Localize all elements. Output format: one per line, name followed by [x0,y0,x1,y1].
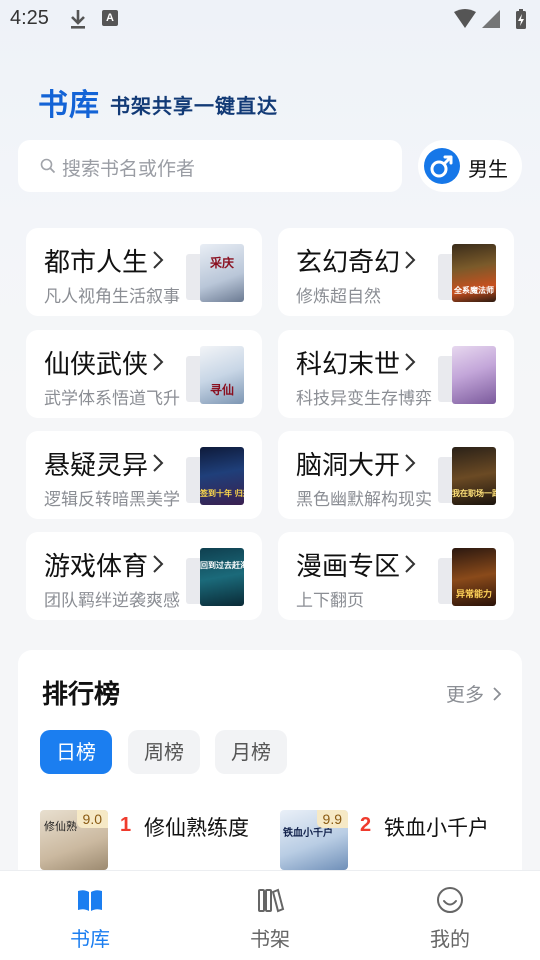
category-card-kehuan[interactable]: 科幻末世 科技异变生存博弈 [278,330,514,418]
search-icon [40,158,56,174]
male-icon [424,148,460,184]
book-cover-image: 寻仙 [200,346,244,404]
chevron-right-icon [153,555,164,573]
category-card-naodong[interactable]: 脑洞大开 黑色幽默解构现实 我在职场一路开挂 [278,431,514,519]
book-cover-image: 全系魔法师 [452,244,496,302]
nav-label: 书架 [250,927,290,951]
nav-item-profile[interactable]: 我的 [390,871,510,960]
chevron-right-icon [493,687,502,701]
rank-number: 1 [120,814,132,836]
nav-item-library[interactable]: 书库 [30,871,150,960]
book-cover-image: 签到十年 归来 [200,447,244,505]
score-badge: 9.0 [76,810,108,828]
chevron-right-icon [405,555,416,573]
chevron-right-icon [405,251,416,269]
score-badge: 9.9 [316,810,348,828]
category-title: 脑洞大开 [296,451,401,481]
category-title: 漫画专区 [296,552,401,582]
search-input[interactable]: 搜索书名或作者 [18,140,402,192]
ranking-section: 排行榜 更多 日榜 周榜 月榜 修仙熟 9.0 1 修仙熟练度 铁血小千户 9.… [18,650,522,890]
category-card-manhua[interactable]: 漫画专区 上下翻页 异常能力 [278,532,514,620]
book-cover-image: 采庆 [200,244,244,302]
book-cover-image: 异常能力 [452,548,496,606]
book-cover-image: 我在职场一路开挂 [452,447,496,505]
chevron-right-icon [153,251,164,269]
download-icon [71,10,85,29]
tab-weekly[interactable]: 周榜 [128,730,200,774]
gender-label: 男生 [468,157,508,181]
rank-number: 2 [360,814,372,836]
bottom-nav: 书库 书架 我的 [0,870,540,960]
category-title: 科幻末世 [296,350,401,380]
smiley-icon [437,887,463,913]
ranking-more-link[interactable]: 更多 [446,680,502,707]
book-cover-image [452,346,496,404]
bookshelf-icon [258,888,285,913]
status-time: 4:25 [10,7,49,29]
category-title: 都市人生 [44,248,149,278]
nav-label: 我的 [430,927,470,951]
category-card-youxi[interactable]: 游戏体育 团队羁绊逆袭爽感 回到过去赶海生活 [26,532,262,620]
book-title: 铁血小千户 [384,816,489,840]
ranking-item[interactable]: 铁血小千户 9.9 2 铁血小千户 [280,810,510,870]
book-open-icon [78,890,102,911]
category-card-xuanhuan[interactable]: 玄幻奇幻 修炼超自然 全系魔法师 [278,228,514,316]
category-title: 玄幻奇幻 [296,248,401,278]
book-title: 修仙熟练度 [144,816,249,840]
tab-monthly[interactable]: 月榜 [215,730,287,774]
category-title: 悬疑灵异 [44,451,149,481]
category-card-xianxia[interactable]: 仙侠武侠 武学体系悟道飞升 寻仙 [26,330,262,418]
category-card-dushi[interactable]: 都市人生 凡人视角生活叙事 采庆 [26,228,262,316]
page-title: 书库 [38,88,100,123]
tab-daily[interactable]: 日榜 [40,730,112,774]
signal-battery-icons [454,9,526,29]
category-title: 仙侠武侠 [44,350,149,380]
book-cover-image: 修仙熟 9.0 [40,810,108,870]
nav-label: 书库 [70,927,110,951]
gender-toggle-button[interactable]: 男生 [418,140,522,192]
chevron-right-icon [405,353,416,371]
category-title: 游戏体育 [44,552,149,582]
category-card-xuanyi[interactable]: 悬疑灵异 逻辑反转暗黑美学 签到十年 归来 [26,431,262,519]
ranking-title: 排行榜 [42,680,121,710]
chevron-right-icon [153,454,164,472]
ranking-item[interactable]: 修仙熟 9.0 1 修仙熟练度 [40,810,270,870]
chevron-right-icon [405,454,416,472]
search-placeholder: 搜索书名或作者 [62,158,196,180]
chevron-right-icon [153,353,164,371]
nav-item-bookshelf[interactable]: 书架 [210,871,330,960]
keyboard-icon: A [102,10,118,26]
status-bar: 4:25 A [0,0,540,40]
book-cover-image: 铁血小千户 9.9 [280,810,348,870]
page-subtitle: 书架共享一键直达 [110,94,278,118]
book-cover-image: 回到过去赶海生活 [200,548,244,606]
